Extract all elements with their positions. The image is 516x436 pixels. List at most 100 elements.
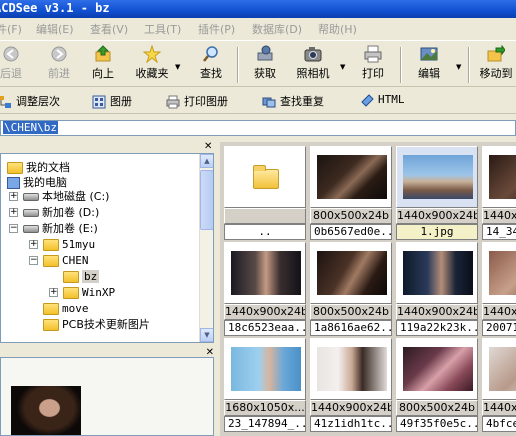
file-name: 1.jpg [396,224,478,240]
collapse-minus-icon[interactable]: − [29,256,38,265]
file-info: 1440x900x24b [396,304,478,320]
back-arrow-icon [3,46,19,62]
thumbnail-photo [489,155,516,199]
folder-icon [63,287,79,299]
scroll-down-icon[interactable]: ▼ [200,328,213,342]
preview-photo [11,386,81,435]
preview-panel: ✕ [0,346,216,436]
window-title: ACDSee v3.1 - bz [0,1,110,15]
folder-icon [43,239,59,251]
thumbnail-photo [317,251,387,295]
move-folder-icon [487,45,505,62]
tree-item-winxp[interactable]: WinXP [63,285,115,300]
file-info: 1440x900x24b [482,304,516,320]
collapse-minus-icon[interactable]: − [9,224,18,233]
adjust-hierarchy-button[interactable]: 调整层次 [0,93,60,111]
file-item[interactable]: 1440x900x24b 41z1idh1tc... [310,338,392,432]
tree-item-pcb[interactable]: PCB技术更新图片 [43,317,150,332]
file-item[interactable]: 1440x900x24b 119a22k23k... [396,242,478,336]
folder-tree: 我的文档 我的电脑 + 本地磁盘 (C:) + 新加卷 (D:) − 新加卷 (… [0,153,214,343]
tree-item-drive-d[interactable]: 新加卷 (D:) [23,205,99,220]
thumbnail [482,242,516,304]
tree-item-my-documents[interactable]: 我的文档 [7,160,70,175]
tree-item-my-computer[interactable]: 我的电脑 [7,175,67,190]
back-label: 后退 [0,67,22,80]
favorites-dropdown-icon[interactable]: ▼ [175,63,180,71]
album-button[interactable]: 图册 [92,93,132,111]
scroll-up-icon[interactable]: ▲ [200,154,213,168]
tree-item-label: WinXP [82,286,116,299]
thumbnail [396,338,478,400]
thumbnail [224,338,306,400]
html-button[interactable]: HTML [360,93,405,111]
tree-item-drive-c[interactable]: 本地磁盘 (C:) [23,189,109,204]
edit-dropdown-icon[interactable]: ▼ [456,63,461,71]
favorites-button[interactable]: 收藏夹 [133,45,171,85]
expand-plus-icon[interactable]: + [9,192,18,201]
tree-item-label: 我的电脑 [23,176,67,189]
folder-icon [43,319,59,331]
scroll-thumb[interactable] [200,170,213,230]
back-button[interactable]: 后退 [0,45,26,85]
file-item[interactable]: 1440x900x24b 18c6523eaa... [224,242,306,336]
tree-item-label: 新加卷 (E:) [42,222,98,235]
menu-edit[interactable]: 编辑(E) [36,21,74,37]
html-page-icon [361,94,374,107]
window-title-bar[interactable]: ACDSee v3.1 - bz [0,0,516,18]
camera-button[interactable]: 照相机 [294,45,332,85]
tree-item-bz[interactable]: bz [63,269,100,284]
file-info: 1440x900x24b [482,208,516,224]
expand-plus-icon[interactable]: + [9,208,18,217]
forward-button[interactable]: 前进 [44,45,74,85]
acquire-button[interactable]: 获取 [250,45,280,85]
thumbnail [482,338,516,400]
move-to-button[interactable]: 移动到 [474,45,516,85]
file-info: 1440x900x24b [482,400,516,416]
print-label: 打印 [362,67,384,80]
menu-file[interactable]: 件(F) [0,21,22,37]
thumbnail-photo [403,251,473,295]
menu-database[interactable]: 数据库(D) [252,21,302,37]
file-item[interactable]: 1440x900x24b 200712 [482,242,516,336]
tree-item-move[interactable]: move [43,301,89,316]
menu-tools[interactable]: 工具(T) [144,21,181,37]
folder-icon [253,165,279,189]
expand-plus-icon[interactable]: + [49,288,58,297]
file-item[interactable]: 800x500x24b 1a8616ae62... [310,242,392,336]
tree-panel-close-icon[interactable]: ✕ [204,142,214,152]
edit-button[interactable]: 编辑 [414,45,444,85]
hierarchy-icon [0,96,11,108]
tree-item-chen[interactable]: CHEN [43,253,89,268]
magnifier-icon [203,46,218,62]
file-item[interactable]: 1440x900x24b 4bfcef [482,338,516,432]
html-label: HTML [378,93,405,106]
menu-plugins[interactable]: 插件(P) [198,21,235,37]
print-button[interactable]: 打印 [358,45,388,85]
thumbnail-photo [403,155,473,199]
file-item[interactable]: 800x500x24b 0b6567ed0e... [310,146,392,240]
find-button[interactable]: 查找 [196,45,226,85]
up-button[interactable]: 向上 [88,45,118,85]
expand-plus-icon[interactable]: + [29,240,38,249]
menu-view[interactable]: 查看(V) [90,21,128,37]
file-item[interactable]: 1680x1050x... 23_147894_... [224,338,306,432]
up-label: 向上 [92,67,114,80]
image-edit-icon [420,47,438,61]
camera-dropdown-icon[interactable]: ▼ [340,63,345,71]
menu-help[interactable]: 帮助(H) [318,21,357,37]
file-item-selected[interactable]: 1440x900x24b 1.jpg [396,146,478,240]
file-info: 800x500x24b [310,208,392,224]
file-item[interactable]: 800x500x24b 49f35f0e5c... [396,338,478,432]
address-field[interactable]: \CHEN\bz [0,120,516,136]
file-item[interactable]: 1440x900x24b 14_346 [482,146,516,240]
folder-tree-panel: ✕ 我的文档 我的电脑 + 本地磁盘 (C:) + 新加卷 (D:) − 新加卷… [0,142,216,344]
drive-icon [23,209,39,217]
file-name: 49f35f0e5c... [396,416,478,432]
drive-icon [23,193,39,201]
tree-scrollbar[interactable]: ▲ ▼ [199,154,213,342]
tree-item-51myu[interactable]: 51myu [43,237,95,252]
print-album-button[interactable]: 打印图册 [166,93,228,111]
file-item-parent[interactable]: .. [224,146,306,240]
find-duplicates-button[interactable]: 查找重复 [262,93,324,111]
tree-item-drive-e[interactable]: 新加卷 (E:) [23,221,98,236]
